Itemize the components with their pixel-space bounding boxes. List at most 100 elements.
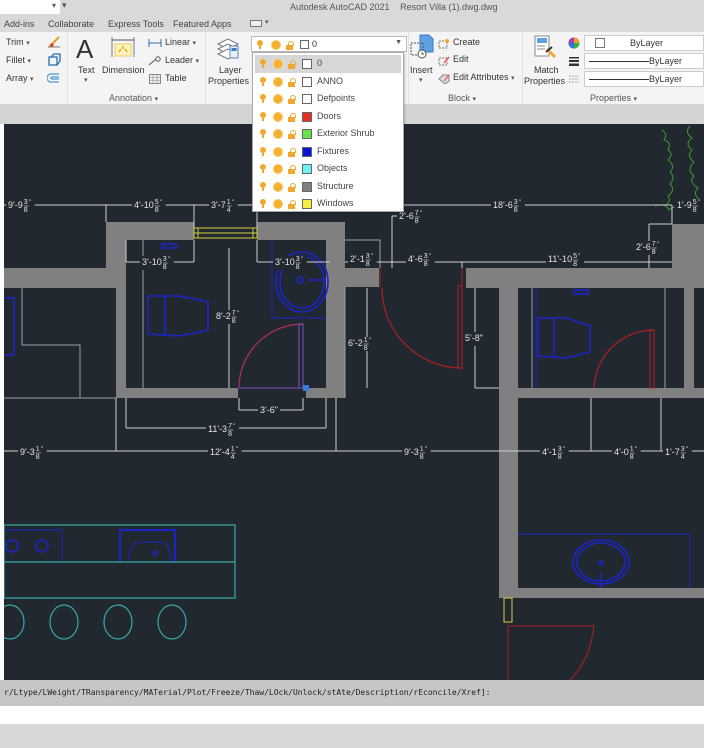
dimension-label[interactable]: 5'-8" (463, 332, 485, 346)
offset-icon[interactable] (47, 72, 61, 84)
layer-unlock-icon[interactable] (288, 77, 296, 87)
layer-unlock-icon[interactable] (288, 165, 296, 174)
layer-color-swatch[interactable] (302, 59, 312, 69)
block-group-label[interactable]: Block ▾ (448, 93, 476, 103)
linetype-select[interactable]: ByLayer (584, 71, 704, 87)
quick-access-toolbar[interactable] (0, 0, 60, 14)
layer-on-icon[interactable] (260, 76, 266, 86)
layer-item-objects[interactable]: Objects (255, 160, 401, 178)
layer-color-swatch[interactable] (302, 164, 312, 174)
layer-unlock-icon[interactable] (288, 95, 296, 104)
layer-select[interactable]: 0 ▼ (251, 36, 407, 52)
tab-express-tools[interactable]: Express Tools (108, 19, 164, 29)
lineweight-select[interactable]: ByLayer (584, 53, 704, 69)
dimension-label[interactable]: 2'-6 78" (634, 241, 663, 256)
layer-thaw-icon[interactable] (274, 77, 282, 86)
layer-color-swatch[interactable] (302, 146, 312, 157)
layer-properties-button[interactable]: Layer Properties (207, 34, 251, 90)
layer-unlock-icon[interactable] (288, 112, 296, 122)
command-line[interactable]: r/Ltype/LWeight/TRansparency/MATerial/Pl… (0, 680, 704, 706)
fillet-button[interactable]: Fillet ▾ (6, 55, 31, 65)
layer-item-windows[interactable]: Windows (255, 195, 401, 213)
dimension-label[interactable]: 9'-9 38" (6, 199, 35, 214)
edit-block-button[interactable]: Edit (438, 54, 498, 68)
layer-unlock-icon[interactable] (288, 130, 296, 139)
dimension-label[interactable]: 18'-6 38" (491, 199, 525, 214)
grip-handle[interactable] (303, 385, 309, 391)
dimension-label[interactable]: 12'-4 14" (208, 446, 242, 461)
dimension-label[interactable]: 4'-10 58" (132, 199, 166, 214)
layer-item-anno[interactable]: ANNO (255, 73, 401, 91)
dimension-label[interactable]: 6'-2 18" (346, 337, 375, 352)
properties-group-label[interactable]: Properties ▾ (590, 93, 637, 103)
layer-thaw-icon[interactable] (274, 60, 282, 68)
dimension-label[interactable]: 2'-1 38" (348, 253, 377, 268)
array-button[interactable]: Array ▾ (6, 73, 34, 83)
layer-color-swatch[interactable] (302, 199, 312, 209)
dimension-label[interactable]: 3'-10 38" (140, 256, 174, 271)
annotation-group-label[interactable]: Annotation ▾ (109, 93, 158, 103)
dimension-label[interactable]: 3'-10 38" (273, 256, 307, 271)
layer-on-icon[interactable] (260, 164, 266, 173)
layer-item-exterior-shrub[interactable]: Exterior Shrub (255, 125, 401, 143)
edit-attributes-button[interactable]: Edit Attributes ▾ (438, 72, 523, 86)
layer-unlock-icon[interactable] (288, 147, 296, 157)
dimension-label[interactable]: 4'-6 38" (406, 253, 435, 268)
layer-item-doors[interactable]: Doors (255, 108, 401, 126)
layer-unlock-icon[interactable] (288, 182, 296, 192)
tab-add-ins[interactable]: Add-ins (4, 19, 35, 29)
tab-featured-apps[interactable]: Featured Apps (173, 19, 232, 29)
layer-color-swatch[interactable] (302, 94, 312, 104)
layer-item-structure[interactable]: Structure (255, 178, 401, 196)
layer-unlock-icon[interactable] (288, 60, 296, 69)
dimension-label[interactable]: 9'-3 18" (18, 446, 47, 461)
layer-color-swatch[interactable] (302, 76, 312, 87)
dimension-label[interactable]: 4'-0 18" (612, 446, 641, 461)
layer-thaw-icon[interactable] (274, 112, 282, 121)
layer-on-icon[interactable] (260, 181, 266, 191)
dimension-label[interactable]: 2'-6 78" (397, 210, 426, 225)
trim-button[interactable]: Trim ▾ (6, 37, 30, 47)
dimension-label[interactable]: 11'-10 58" (546, 253, 585, 268)
layer-color-swatch[interactable] (302, 181, 312, 192)
layer-color-swatch[interactable] (302, 129, 312, 139)
dimension-label[interactable]: 11'-3 78" (206, 423, 240, 438)
dimension-label[interactable]: 8'-2 78" (214, 310, 243, 325)
layer-thaw-icon[interactable] (274, 200, 282, 208)
layer-thaw-icon[interactable] (274, 165, 282, 173)
text-button[interactable]: A Text ▾ (74, 34, 98, 90)
dimension-button[interactable]: Dimension (100, 34, 146, 90)
match-properties-button[interactable]: Match Properties (524, 34, 566, 90)
copy-icon[interactable] (47, 53, 61, 67)
layer-on-icon[interactable] (260, 94, 266, 103)
layer-item-0[interactable]: 0 (255, 55, 401, 73)
layer-item-defpoints[interactable]: Defpoints (255, 90, 401, 108)
layer-thaw-icon[interactable] (274, 147, 282, 156)
dimension-label[interactable]: 1'-7 34" (663, 446, 692, 461)
dimension-label[interactable]: 3'-6" (258, 404, 280, 418)
dimension-label[interactable]: 3'-7 14" (209, 199, 238, 214)
dimension-label[interactable]: 1'-9 58" (675, 199, 704, 214)
layer-on-icon[interactable] (260, 111, 266, 121)
layer-unlock-icon[interactable] (288, 200, 296, 209)
tab-overflow-dropdown-icon[interactable]: ▾ (265, 18, 269, 26)
layer-on-icon[interactable] (260, 59, 266, 68)
dimension-label[interactable]: 4'-1 38" (540, 446, 569, 461)
layer-item-fixtures[interactable]: Fixtures (255, 143, 401, 161)
table-button[interactable]: Table (148, 72, 198, 86)
color-select[interactable]: ByLayer (584, 35, 704, 51)
create-block-button[interactable]: Create (438, 37, 498, 51)
leader-button[interactable]: Leader ▾ (148, 54, 208, 68)
layer-on-icon[interactable] (260, 199, 266, 208)
layer-on-icon[interactable] (260, 146, 266, 156)
erase-icon[interactable] (47, 35, 61, 49)
dimension-label[interactable]: 9'-3 18" (402, 446, 431, 461)
layer-color-swatch[interactable] (302, 111, 312, 122)
layer-thaw-icon[interactable] (274, 130, 282, 138)
linear-button[interactable]: Linear ▾ (148, 36, 203, 50)
command-input-area[interactable] (0, 706, 704, 724)
tab-collaborate[interactable]: Collaborate (48, 19, 94, 29)
tab-overflow-button[interactable] (250, 20, 262, 27)
workspace-dropdown-icon[interactable]: ▾ (52, 1, 56, 10)
layer-thaw-icon[interactable] (274, 95, 282, 103)
